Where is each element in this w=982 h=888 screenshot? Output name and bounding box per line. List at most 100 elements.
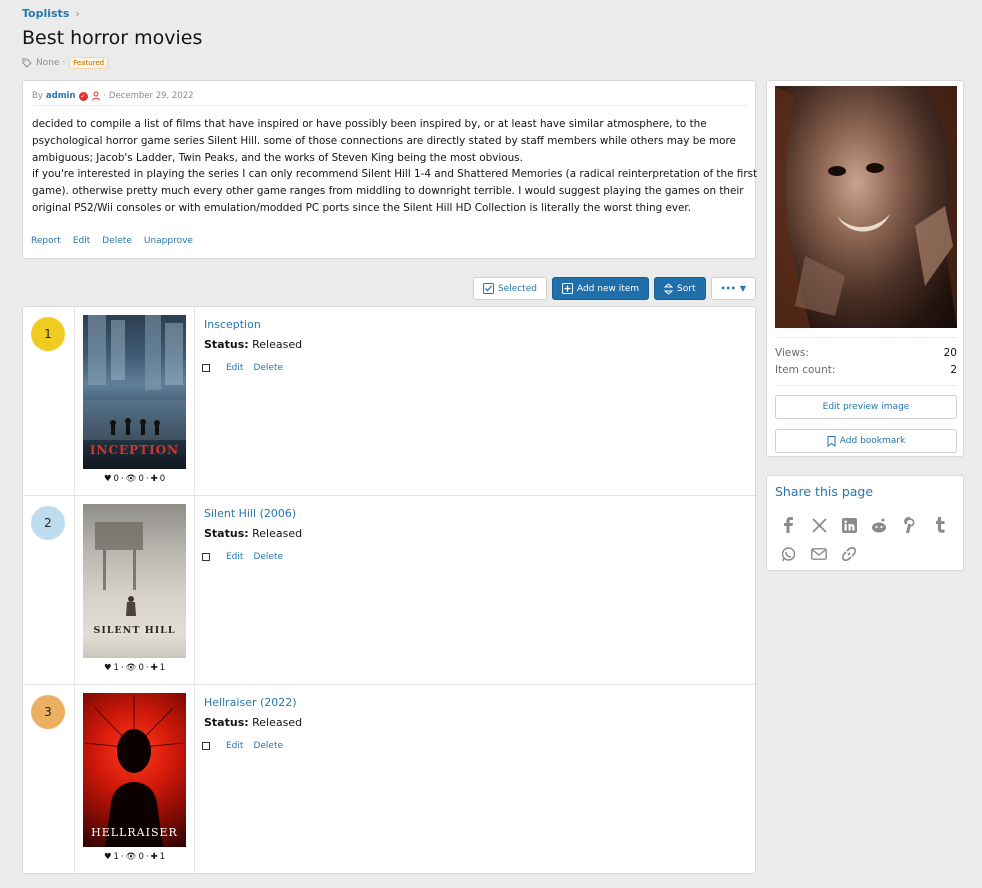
description-card: By admin ✓ · December 29, 2022 decided t… [22, 80, 758, 259]
report-link[interactable]: Report [31, 236, 61, 246]
rank-column: 1 [23, 307, 75, 495]
add-bookmark-label: Add bookmark [839, 436, 906, 446]
selected-label: Selected [497, 283, 537, 294]
views-count: 0 [138, 852, 144, 862]
item-edit-link[interactable]: Edit [226, 552, 243, 562]
add-new-item-button[interactable]: Add new item [551, 277, 650, 300]
item-actions: Edit Delete [202, 552, 283, 562]
edit-preview-image-button[interactable]: Edit preview image [775, 395, 957, 419]
tag-icon [22, 58, 32, 68]
plus-icon: ✚ [150, 474, 158, 484]
views-count: 0 [138, 663, 144, 673]
poster-title: HELLRAISER [91, 826, 178, 839]
poster-column: HELLRAISER ♥ 1 · 👁 0 · ✚ 1 [75, 685, 195, 874]
poster-image[interactable]: SILENT HILL [83, 504, 186, 658]
item-edit-link[interactable]: Edit [226, 741, 243, 751]
by-label: By [32, 91, 43, 101]
rank-column: 3 [23, 685, 75, 874]
post-date: · December 29, 2022 [103, 91, 194, 101]
rank-badge: 2 [31, 506, 65, 540]
poster-column: INCEPTION ♥ 0 · 👁 0 · ✚ 0 [75, 307, 195, 495]
list-item: 3 HELLRAISER ♥ 1 · 👁 0 · ✚ 1 Hellraiser … [23, 685, 755, 874]
plus-icon: ✚ [150, 852, 158, 862]
chevron-down-icon: ▼ [739, 284, 746, 293]
reddit-icon[interactable] [870, 516, 888, 534]
description-paragraph: if you're interested in playing the seri… [32, 168, 758, 214]
views-count: 0 [138, 474, 144, 484]
item-title-link[interactable]: Hellraiser (2022) [204, 696, 297, 709]
item-edit-link[interactable]: Edit [226, 363, 243, 373]
eye-icon: 👁 [125, 852, 137, 862]
checkbox-checked-icon [482, 283, 494, 294]
status-value: Released [252, 527, 303, 540]
selected-button[interactable]: Selected [472, 277, 547, 300]
item-status: Status: Released [204, 716, 302, 729]
description-actions: Report Edit Delete Unapprove [31, 236, 193, 246]
link-icon[interactable] [840, 545, 858, 563]
select-checkbox[interactable] [202, 364, 210, 372]
poster-title: INCEPTION [89, 443, 180, 457]
plus-count: 1 [159, 852, 166, 862]
item-stats: ♥ 1 · 👁 0 · ✚ 1 [103, 852, 166, 862]
rank-badge: 1 [31, 317, 65, 351]
pinterest-icon[interactable] [901, 516, 919, 534]
featured-badge: Featured [69, 57, 109, 69]
linkedin-icon[interactable] [840, 516, 858, 534]
page-title: Best horror movies [22, 27, 203, 49]
plus-icon: ✚ [150, 663, 158, 673]
item-actions: Edit Delete [202, 363, 283, 373]
add-bookmark-button[interactable]: Add bookmark [775, 429, 957, 453]
bookmark-icon [827, 435, 836, 447]
item-stats: ♥ 0 · 👁 0 · ✚ 0 [103, 474, 166, 484]
toplist-info-card: Views: 20 Item count: 2 Edit preview ima… [766, 80, 964, 457]
breadcrumb-toplists[interactable]: Toplists [22, 7, 69, 20]
select-checkbox[interactable] [202, 742, 210, 750]
author-link[interactable]: admin [46, 91, 76, 101]
tumblr-icon[interactable] [931, 516, 949, 534]
poster-image[interactable]: INCEPTION [83, 315, 186, 469]
rank-column: 2 [23, 496, 75, 684]
heart-icon: ♥ [103, 474, 112, 484]
add-new-item-label: Add new item [576, 283, 640, 294]
sort-button[interactable]: Sort [654, 277, 706, 300]
status-value: Released [252, 338, 303, 351]
item-count-label: Item count: [775, 364, 836, 376]
breadcrumb: Toplists › [22, 7, 80, 20]
whatsapp-icon[interactable] [779, 545, 797, 563]
item-title-link[interactable]: Silent Hill (2006) [204, 507, 296, 520]
item-delete-link[interactable]: Delete [253, 741, 283, 751]
x-icon[interactable] [810, 516, 828, 534]
item-delete-link[interactable]: Delete [253, 363, 283, 373]
item-actions: Edit Delete [202, 741, 283, 751]
divider [775, 337, 957, 338]
delete-link[interactable]: Delete [102, 236, 132, 246]
tags-value: None · [36, 58, 66, 68]
item-title-link[interactable]: Insception [204, 318, 261, 331]
chevron-right-icon: › [75, 7, 80, 20]
status-label: Status: [204, 527, 249, 540]
item-count-stat: Item count: 2 [775, 364, 957, 376]
user-icon [91, 91, 100, 101]
edit-link[interactable]: Edit [73, 236, 90, 246]
heart-icon: ♥ [103, 852, 112, 862]
description-body: decided to compile a list of films that … [32, 116, 758, 217]
more-options-button[interactable]: ••• ▼ [710, 277, 756, 300]
poster-title: SILENT HILL [93, 625, 176, 636]
divider [775, 385, 957, 386]
description-paragraph: decided to compile a list of films that … [32, 118, 736, 164]
unapprove-link[interactable]: Unapprove [144, 236, 193, 246]
items-toolbar: Selected Add new item Sort ••• ▼ [472, 277, 756, 300]
heart-icon: ♥ [103, 663, 112, 673]
poster-image[interactable]: HELLRAISER [83, 693, 186, 847]
rank-badge: 3 [31, 695, 65, 729]
select-checkbox[interactable] [202, 553, 210, 561]
poster-column: SILENT HILL ♥ 1 · 👁 0 · ✚ 1 [75, 496, 195, 684]
email-icon[interactable] [810, 545, 828, 563]
item-delete-link[interactable]: Delete [253, 552, 283, 562]
status-label: Status: [204, 338, 249, 351]
status-label: Status: [204, 716, 249, 729]
item-count-value: 2 [950, 364, 957, 376]
facebook-icon[interactable] [779, 516, 797, 534]
share-title: Share this page [775, 484, 874, 499]
preview-image [775, 86, 957, 328]
